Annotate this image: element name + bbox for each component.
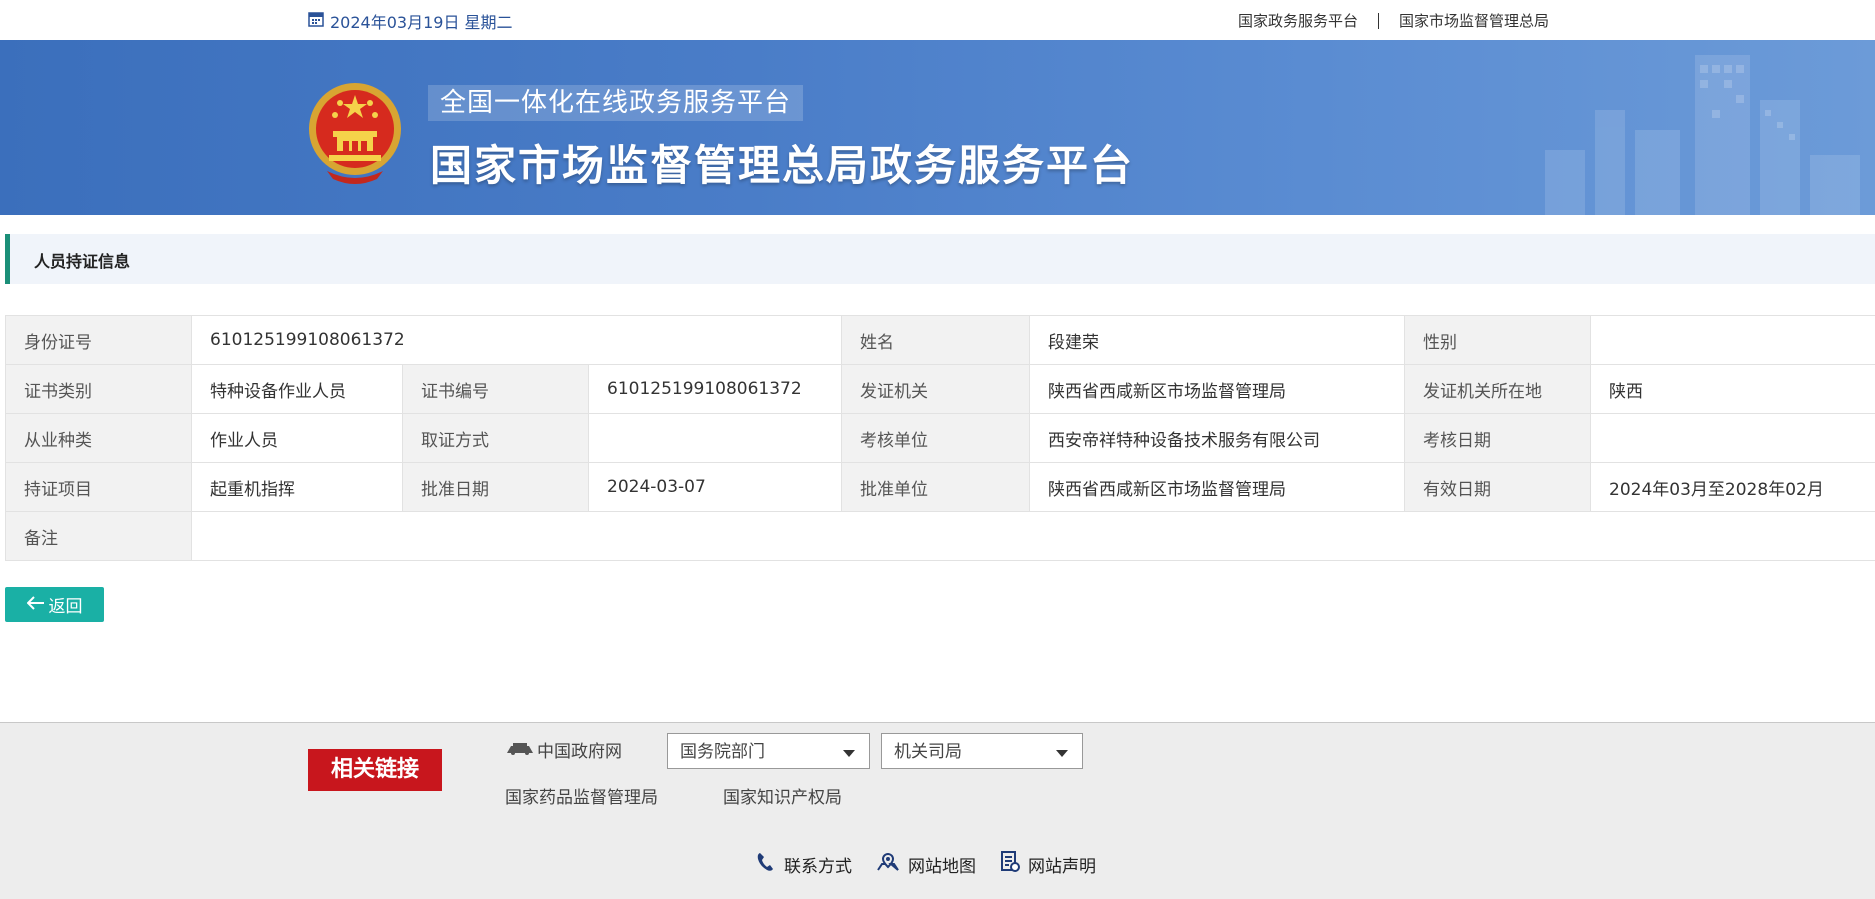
exam-date-label: 考核日期	[1404, 413, 1592, 463]
top-links: 国家政务服务平台 国家市场监督管理总局	[1238, 10, 1549, 31]
footer-link-statement[interactable]: 网站声明	[1000, 851, 1096, 878]
calendar-icon	[308, 11, 324, 31]
obtain-method-value	[587, 413, 843, 463]
id-number-value: 610125199108061372	[190, 315, 843, 365]
link-cnipa[interactable]: 国家知识产权局	[723, 783, 842, 808]
link-samr[interactable]: 国家市场监督管理总局	[1399, 10, 1549, 31]
top-bar: 2024年03月19日 星期二 国家政务服务平台 国家市场监督管理总局	[0, 0, 1875, 40]
approve-date-label: 批准日期	[402, 462, 589, 512]
chevron-down-icon	[1056, 750, 1068, 757]
cert-type-value: 特种设备作业人员	[191, 364, 403, 414]
section-title: 人员持证信息	[34, 252, 131, 271]
occupation-label: 从业种类	[5, 413, 192, 463]
certificate-info-table: 身份证号 610125199108061372 姓名 段建荣 性别 证书类别 特…	[5, 315, 1875, 561]
footer-link-contact[interactable]: 联系方式	[756, 851, 852, 878]
cert-type-label: 证书类别	[5, 364, 192, 414]
footer-link-label: 联系方式	[784, 857, 852, 877]
exam-unit-value: 西安帝祥特种设备技术服务有限公司	[1029, 413, 1406, 463]
footer-link-label: 网站声明	[1028, 857, 1096, 877]
name-label: 姓名	[841, 315, 1031, 365]
link-national-gov-service[interactable]: 国家政务服务平台	[1238, 10, 1358, 31]
section-header: 人员持证信息	[5, 234, 1875, 284]
header-banner: 全国一体化在线政务服务平台 国家市场监督管理总局政务服务平台	[0, 40, 1875, 215]
exam-unit-label: 考核单位	[841, 413, 1031, 463]
footer: 联系方式 网站地图 网站声明	[0, 815, 1875, 899]
banner-title: 国家市场监督管理总局政务服务平台	[430, 141, 1135, 190]
valid-date-value: 2024年03月至2028年02月	[1590, 462, 1875, 512]
gender-value	[1590, 315, 1875, 365]
related-links-badge: 相关链接	[308, 749, 442, 791]
id-number-label: 身份证号	[5, 315, 192, 365]
footer-link-label: 网站地图	[908, 857, 976, 877]
cert-item-label: 持证项目	[5, 462, 192, 512]
select-value: 国务院部门	[680, 742, 765, 762]
banner-subtitle: 全国一体化在线政务服务平台	[428, 85, 804, 121]
footer-links: 联系方式 网站地图 网站声明	[756, 851, 1096, 878]
valid-date-label: 有效日期	[1404, 462, 1592, 512]
issuer-value: 陕西省西咸新区市场监督管理局	[1029, 364, 1406, 414]
bureau-select[interactable]: 机关司局	[881, 733, 1083, 769]
approve-unit-value: 陕西省西咸新区市场监督管理局	[1029, 462, 1406, 512]
remark-label: 备注	[5, 511, 192, 561]
table-row: 备注	[5, 511, 1875, 561]
remark-value	[190, 511, 1875, 561]
occupation-value: 作业人员	[191, 413, 403, 463]
document-icon	[1000, 851, 1020, 878]
map-pin-icon	[876, 852, 900, 877]
table-row: 身份证号 610125199108061372 姓名 段建荣 性别	[5, 315, 1875, 365]
phone-icon	[756, 851, 776, 878]
gender-label: 性别	[1404, 315, 1592, 365]
date-display: 2024年03月19日 星期二	[308, 9, 513, 33]
arrow-left-icon	[26, 595, 45, 615]
approve-unit-label: 批准单位	[841, 462, 1031, 512]
cert-item-value: 起重机指挥	[191, 462, 403, 512]
table-row: 从业种类 作业人员 取证方式 考核单位 西安帝祥特种设备技术服务有限公司 考核日…	[5, 413, 1875, 463]
link-china-gov-label: 中国政府网	[537, 742, 622, 762]
exam-date-value	[1590, 413, 1875, 463]
issuer-location-label: 发证机关所在地	[1404, 364, 1592, 414]
issuer-location-value: 陕西	[1590, 364, 1875, 414]
name-value: 段建荣	[1029, 315, 1406, 365]
gov-logo-icon	[505, 740, 535, 760]
table-row: 持证项目 起重机指挥 批准日期 2024-03-07 批准单位 陕西省西咸新区市…	[5, 462, 1875, 512]
cert-number-value: 610125199108061372	[587, 364, 843, 414]
table-row: 证书类别 特种设备作业人员 证书编号 610125199108061372 发证…	[5, 364, 1875, 414]
related-links-section: 相关链接 中国政府网 国务院部门 机关司局 国家药品监督管理局 国家知识产权局	[0, 722, 1875, 816]
issuer-label: 发证机关	[841, 364, 1031, 414]
link-nmpa[interactable]: 国家药品监督管理局	[505, 783, 658, 808]
back-button-label: 返回	[48, 597, 83, 617]
national-emblem-icon	[309, 83, 401, 184]
cert-number-label: 证书编号	[402, 364, 589, 414]
chevron-down-icon	[843, 750, 855, 757]
date-text: 2024年03月19日 星期二	[330, 13, 513, 32]
divider	[1377, 12, 1379, 29]
city-skyline-graphic	[1545, 55, 1860, 215]
approve-date-value: 2024-03-07	[587, 462, 843, 512]
obtain-method-label: 取证方式	[402, 413, 589, 463]
footer-link-sitemap[interactable]: 网站地图	[876, 851, 976, 878]
back-button[interactable]: 返回	[5, 587, 104, 622]
link-china-gov[interactable]: 中国政府网	[505, 737, 622, 762]
state-council-dept-select[interactable]: 国务院部门	[667, 733, 870, 769]
select-value: 机关司局	[894, 742, 962, 762]
